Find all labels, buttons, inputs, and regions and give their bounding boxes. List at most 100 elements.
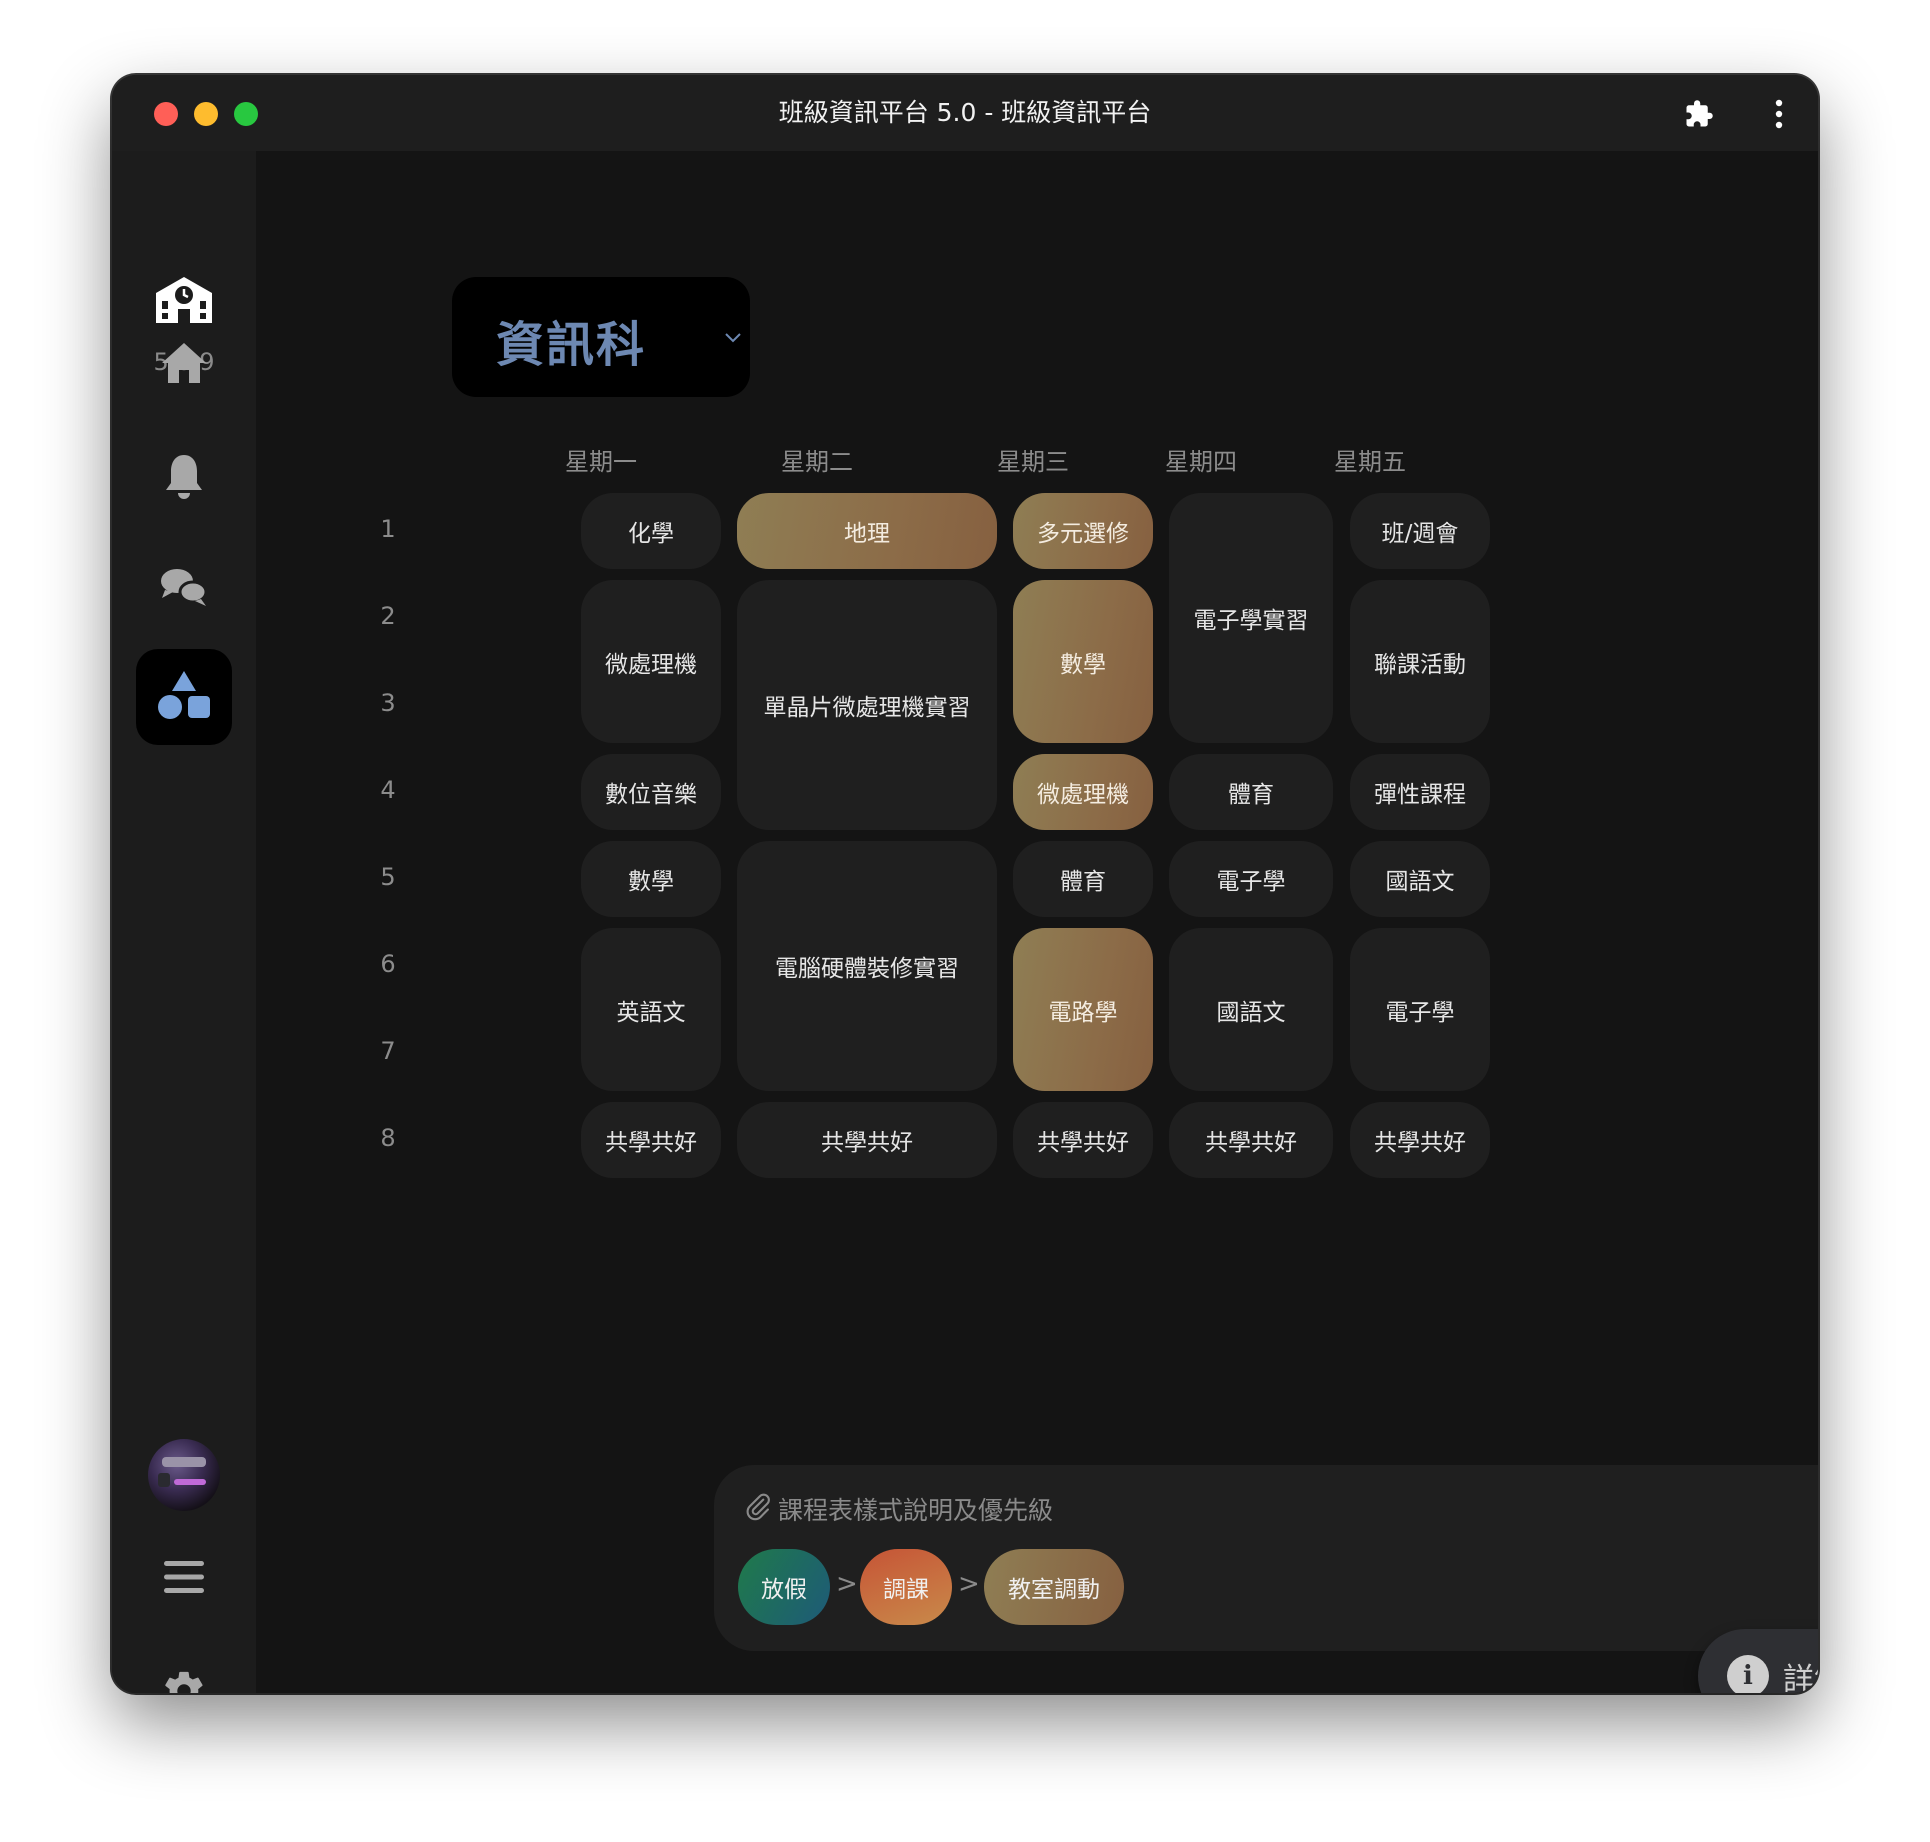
timetable-cell[interactable]: 國語文: [1350, 841, 1490, 917]
menu-icon: [164, 1559, 204, 1599]
timetable-cell-label: 化學: [628, 521, 674, 547]
timetable-cell-label: 聯課活動: [1374, 651, 1466, 678]
timetable-cell[interactable]: 微處理機: [581, 580, 721, 743]
day-header: 星期四: [1165, 448, 1237, 476]
timetable-cell[interactable]: 電路學: [1013, 928, 1153, 1091]
bell-icon: [163, 453, 205, 505]
timetable-cell-label: 共學共好: [1037, 1130, 1129, 1156]
timetable-cell-label: 電腦硬體裝修實習: [775, 956, 959, 982]
nav-home[interactable]: [136, 317, 232, 413]
timetable-cell-label: 微處理機: [1037, 782, 1129, 808]
timetable-cell-label: 單晶片微處理機實習: [763, 695, 971, 721]
home-icon: [160, 341, 208, 389]
settings-button[interactable]: [136, 1645, 232, 1693]
timetable-cell-label: 共學共好: [821, 1130, 913, 1156]
timetable-cell[interactable]: 共學共好: [1169, 1102, 1333, 1178]
timetable-cell-label: 多元選修: [1037, 521, 1129, 547]
period-number: 5: [380, 863, 396, 891]
timetable-cell-label: 微處理機: [605, 651, 697, 678]
legend-separator: >: [958, 1569, 980, 1599]
timetable-cell[interactable]: 電子學實習: [1169, 493, 1333, 743]
legend-chip-holiday: 放假: [738, 1549, 830, 1625]
timetable-cell[interactable]: 國語文: [1169, 928, 1333, 1091]
timetable-cell[interactable]: 微處理機: [1013, 754, 1153, 830]
timetable-cell[interactable]: 電腦硬體裝修實習: [737, 841, 997, 1091]
timetable-cell[interactable]: 班/週會: [1350, 493, 1490, 569]
timetable-cell-label: 共學共好: [1205, 1130, 1297, 1156]
legend-separator: >: [836, 1569, 858, 1599]
timetable-cell[interactable]: 電子學: [1169, 841, 1333, 917]
nav-timetable[interactable]: [136, 649, 232, 745]
paperclip-icon: [744, 1491, 778, 1527]
timetable-cell-label: 電子學實習: [1193, 608, 1309, 634]
legend-header: 課程表樣式說明及優先級: [744, 1491, 1053, 1527]
timetable-cell[interactable]: 多元選修: [1013, 493, 1153, 569]
timetable-cell-label: 國語文: [1216, 999, 1286, 1026]
timetable-cell-label: 數位音樂: [605, 782, 697, 808]
details-button-label: 詳細資訊: [1783, 1661, 1818, 1694]
nav-notifications[interactable]: [136, 431, 232, 527]
shapes-icon: [156, 669, 212, 725]
day-header: 星期二: [781, 448, 853, 476]
legend-title: 課程表樣式說明及優先級: [778, 1496, 1054, 1525]
info-icon: i: [1727, 1655, 1769, 1693]
sidebar: 5.8.9: [112, 151, 256, 1693]
timetable-cell-label: 班/週會: [1381, 521, 1459, 547]
timetable-cell-label: 數學: [1060, 651, 1106, 678]
extension-puzzle-icon[interactable]: [1682, 97, 1716, 131]
timetable-cell[interactable]: 地理: [737, 493, 997, 569]
timetable-cell-label: 共學共好: [1374, 1130, 1466, 1156]
details-button[interactable]: i 詳細資訊: [1698, 1629, 1818, 1693]
timetable-cell[interactable]: 數學: [1013, 580, 1153, 743]
timetable-cell-label: 體育: [1060, 869, 1106, 895]
timetable-cell[interactable]: 化學: [581, 493, 721, 569]
period-number: 7: [380, 1037, 396, 1065]
main-content: 資訊科 課程表樣式說明及優先級 放假 > 調課 > 教室調動 i 詳 星期一 星…: [256, 151, 1818, 1693]
timetable-cell-label: 共學共好: [605, 1130, 697, 1156]
app-window: 班級資訊平台 5.0 - 班級資訊平台 資訊科 課程表樣式說明及優先級 放假 >…: [112, 75, 1818, 1693]
period-number: 1: [380, 515, 396, 543]
period-number: 2: [380, 602, 396, 630]
legend-chip-room-change: 教室調動: [984, 1549, 1124, 1625]
day-header: 星期五: [1334, 448, 1406, 476]
timetable-cell-label: 國語文: [1385, 869, 1455, 895]
timetable-cell[interactable]: 體育: [1169, 754, 1333, 830]
menu-button[interactable]: [136, 1531, 232, 1627]
timetable-cell[interactable]: 共學共好: [1350, 1102, 1490, 1178]
day-header: 星期一: [565, 448, 637, 476]
department-select-value: 資訊科: [496, 317, 647, 373]
day-header: 星期三: [997, 448, 1069, 476]
timetable-cell-label: 彈性課程: [1374, 782, 1466, 808]
chat-icon: [159, 566, 209, 612]
timetable-cell[interactable]: 共學共好: [737, 1102, 997, 1178]
gear-icon: [161, 1668, 207, 1693]
timetable-cell[interactable]: 體育: [1013, 841, 1153, 917]
timetable-cell[interactable]: 數學: [581, 841, 721, 917]
timetable-cell-label: 地理: [844, 521, 890, 547]
legend-panel: 課程表樣式說明及優先級 放假 > 調課 > 教室調動: [714, 1465, 1818, 1651]
more-vertical-icon[interactable]: [1762, 97, 1796, 131]
timetable-cell[interactable]: 電子學: [1350, 928, 1490, 1091]
timetable-cell-label: 電路學: [1048, 999, 1118, 1026]
timetable-cell[interactable]: 英語文: [581, 928, 721, 1091]
timetable-cell[interactable]: 數位音樂: [581, 754, 721, 830]
nav-chat[interactable]: [136, 541, 232, 637]
timetable-cell[interactable]: 聯課活動: [1350, 580, 1490, 743]
timetable-cell[interactable]: 共學共好: [581, 1102, 721, 1178]
timetable-cell-label: 電子學: [1216, 869, 1286, 895]
timetable-cell[interactable]: 共學共好: [1013, 1102, 1153, 1178]
timetable-cell[interactable]: 單晶片微處理機實習: [737, 580, 997, 830]
timetable-cell-label: 英語文: [616, 999, 686, 1026]
timetable-cell-label: 電子學: [1385, 999, 1455, 1026]
period-number: 3: [380, 689, 396, 717]
department-select[interactable]: 資訊科: [452, 277, 750, 397]
timetable-cell-label: 體育: [1228, 782, 1274, 808]
timetable-cell[interactable]: 彈性課程: [1350, 754, 1490, 830]
user-avatar[interactable]: [148, 1439, 220, 1511]
period-number: 4: [380, 776, 396, 804]
timetable-cell-label: 數學: [628, 869, 674, 895]
window-title: 班級資訊平台 5.0 - 班級資訊平台: [778, 98, 1152, 127]
period-number: 8: [380, 1124, 396, 1152]
title-bar: 班級資訊平台 5.0 - 班級資訊平台: [112, 75, 1818, 151]
legend-chip-swap: 調課: [860, 1549, 952, 1625]
